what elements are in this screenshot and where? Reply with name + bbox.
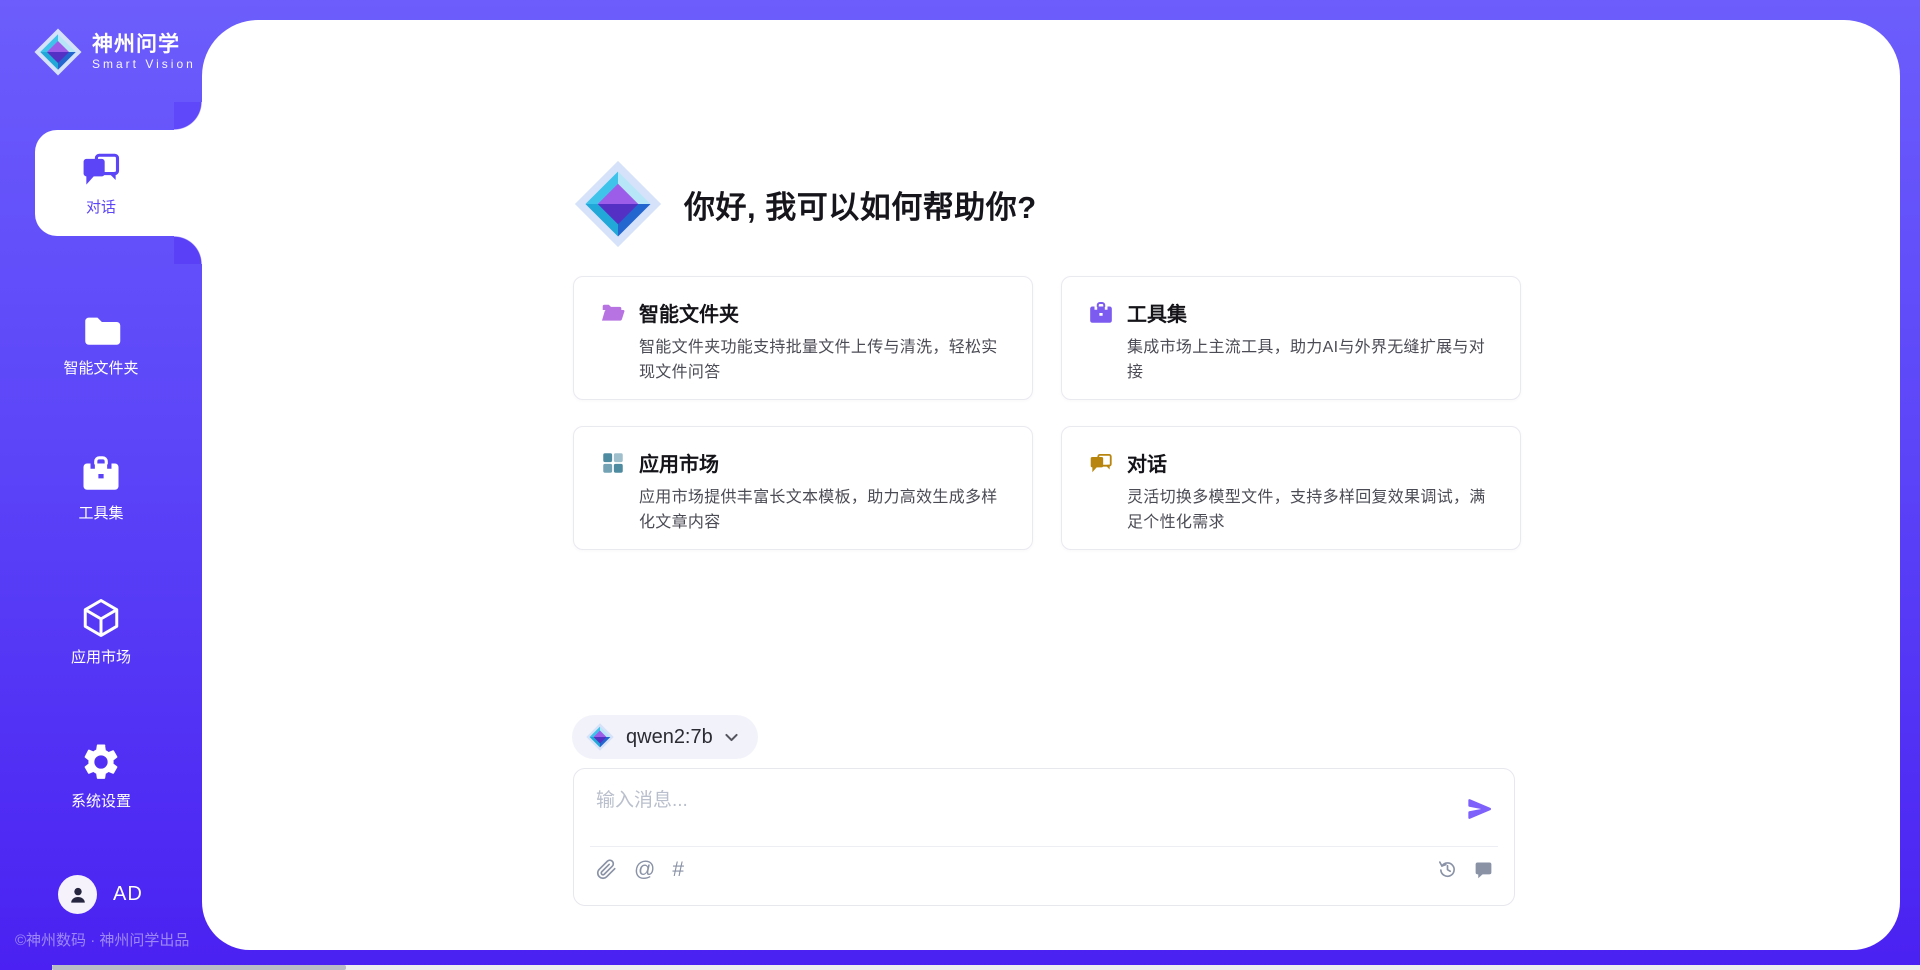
- sidebar-item-label: 对话: [35, 196, 167, 217]
- message-input[interactable]: [596, 785, 1436, 835]
- sidebar-item-label: 系统设置: [0, 790, 202, 811]
- paperclip-icon: [596, 859, 617, 880]
- card-title: 工具集: [1127, 298, 1187, 327]
- user-account[interactable]: AD: [58, 875, 143, 914]
- gear-icon: [80, 741, 122, 783]
- chat-bubbles-icon: [1088, 450, 1114, 476]
- history-icon: [1437, 859, 1458, 880]
- sidebar-item-settings[interactable]: 系统设置: [0, 741, 202, 811]
- footer-copyright: ©神州数码 · 神州问学出品: [15, 929, 189, 950]
- briefcase-icon: [80, 453, 122, 495]
- cube-icon: [80, 597, 122, 639]
- message-composer: @ #: [573, 768, 1515, 906]
- open-folder-icon: [600, 300, 626, 326]
- gem-diamond-icon: [34, 28, 82, 76]
- model-name: qwen2:7b: [626, 726, 713, 749]
- model-selector[interactable]: qwen2:7b: [572, 715, 758, 759]
- person-icon: [66, 883, 90, 907]
- scrollbar-thumb[interactable]: [52, 965, 346, 970]
- new-chat-button[interactable]: [1473, 859, 1494, 880]
- brand-subtitle: Smart Vision: [92, 57, 196, 71]
- composer-divider: [590, 846, 1498, 847]
- send-button[interactable]: [1466, 795, 1494, 823]
- sidebar-item-app-market[interactable]: 应用市场: [0, 597, 202, 667]
- sidebar: 神州问学 Smart Vision 对话 智能文件夹 工具集 应用市场 系统设置…: [0, 0, 202, 970]
- sidebar-item-smart-folder[interactable]: 智能文件夹: [0, 308, 202, 378]
- main-panel: 你好, 我可以如何帮助你? 智能文件夹 智能文件夹功能支持批量文件上传与清洗，轻…: [202, 20, 1900, 950]
- avatar: [58, 875, 97, 914]
- horizontal-scrollbar[interactable]: [52, 965, 1920, 970]
- apps-grid-icon: [600, 450, 626, 476]
- user-name: AD: [113, 883, 143, 906]
- chat-bubbles-icon: [79, 147, 123, 191]
- card-chat[interactable]: 对话 灵活切换多模型文件，支持多样回复效果调试，满足个性化需求: [1061, 426, 1521, 550]
- card-app-market[interactable]: 应用市场 应用市场提供丰富长文本模板，助力高效生成多样化文章内容: [573, 426, 1033, 550]
- mention-button[interactable]: @: [634, 859, 655, 880]
- greeting-block: 你好, 我可以如何帮助你?: [574, 160, 1037, 248]
- feature-cards: 智能文件夹 智能文件夹功能支持批量文件上传与清洗，轻松实现文件问答 工具集 集成…: [573, 276, 1521, 550]
- chat-bubble-icon: [1473, 859, 1494, 880]
- card-title: 对话: [1127, 448, 1167, 477]
- brand-logo: 神州问学 Smart Vision: [34, 28, 196, 76]
- briefcase-icon: [1088, 300, 1114, 326]
- chevron-down-icon: [723, 729, 740, 746]
- sidebar-item-toolset[interactable]: 工具集: [0, 453, 202, 523]
- card-title: 应用市场: [639, 448, 719, 477]
- card-description: 智能文件夹功能支持批量文件上传与清洗，轻松实现文件问答: [639, 336, 1008, 386]
- card-title: 智能文件夹: [639, 298, 739, 327]
- history-button[interactable]: [1437, 859, 1458, 880]
- send-icon: [1466, 795, 1494, 823]
- gem-diamond-icon: [574, 160, 662, 248]
- tab-fillet-bottom: [174, 236, 202, 264]
- sidebar-item-chat[interactable]: 对话: [35, 130, 202, 236]
- gem-diamond-icon: [586, 723, 614, 751]
- sidebar-item-label: 智能文件夹: [0, 357, 202, 378]
- sidebar-item-label: 应用市场: [0, 646, 202, 667]
- card-description: 应用市场提供丰富长文本模板，助力高效生成多样化文章内容: [639, 486, 1008, 536]
- topic-button[interactable]: #: [672, 859, 684, 880]
- folder-icon: [80, 308, 122, 350]
- greeting-title: 你好, 我可以如何帮助你?: [684, 182, 1037, 227]
- tab-fillet-top: [174, 102, 202, 130]
- card-smart-folder[interactable]: 智能文件夹 智能文件夹功能支持批量文件上传与清洗，轻松实现文件问答: [573, 276, 1033, 400]
- card-description: 灵活切换多模型文件，支持多样回复效果调试，满足个性化需求: [1127, 486, 1496, 536]
- attach-file-button[interactable]: [596, 859, 617, 880]
- sidebar-item-label: 工具集: [0, 502, 202, 523]
- brand-name: 神州问学: [92, 33, 196, 57]
- card-description: 集成市场上主流工具，助力AI与外界无缝扩展与对接: [1127, 336, 1496, 386]
- card-toolset[interactable]: 工具集 集成市场上主流工具，助力AI与外界无缝扩展与对接: [1061, 276, 1521, 400]
